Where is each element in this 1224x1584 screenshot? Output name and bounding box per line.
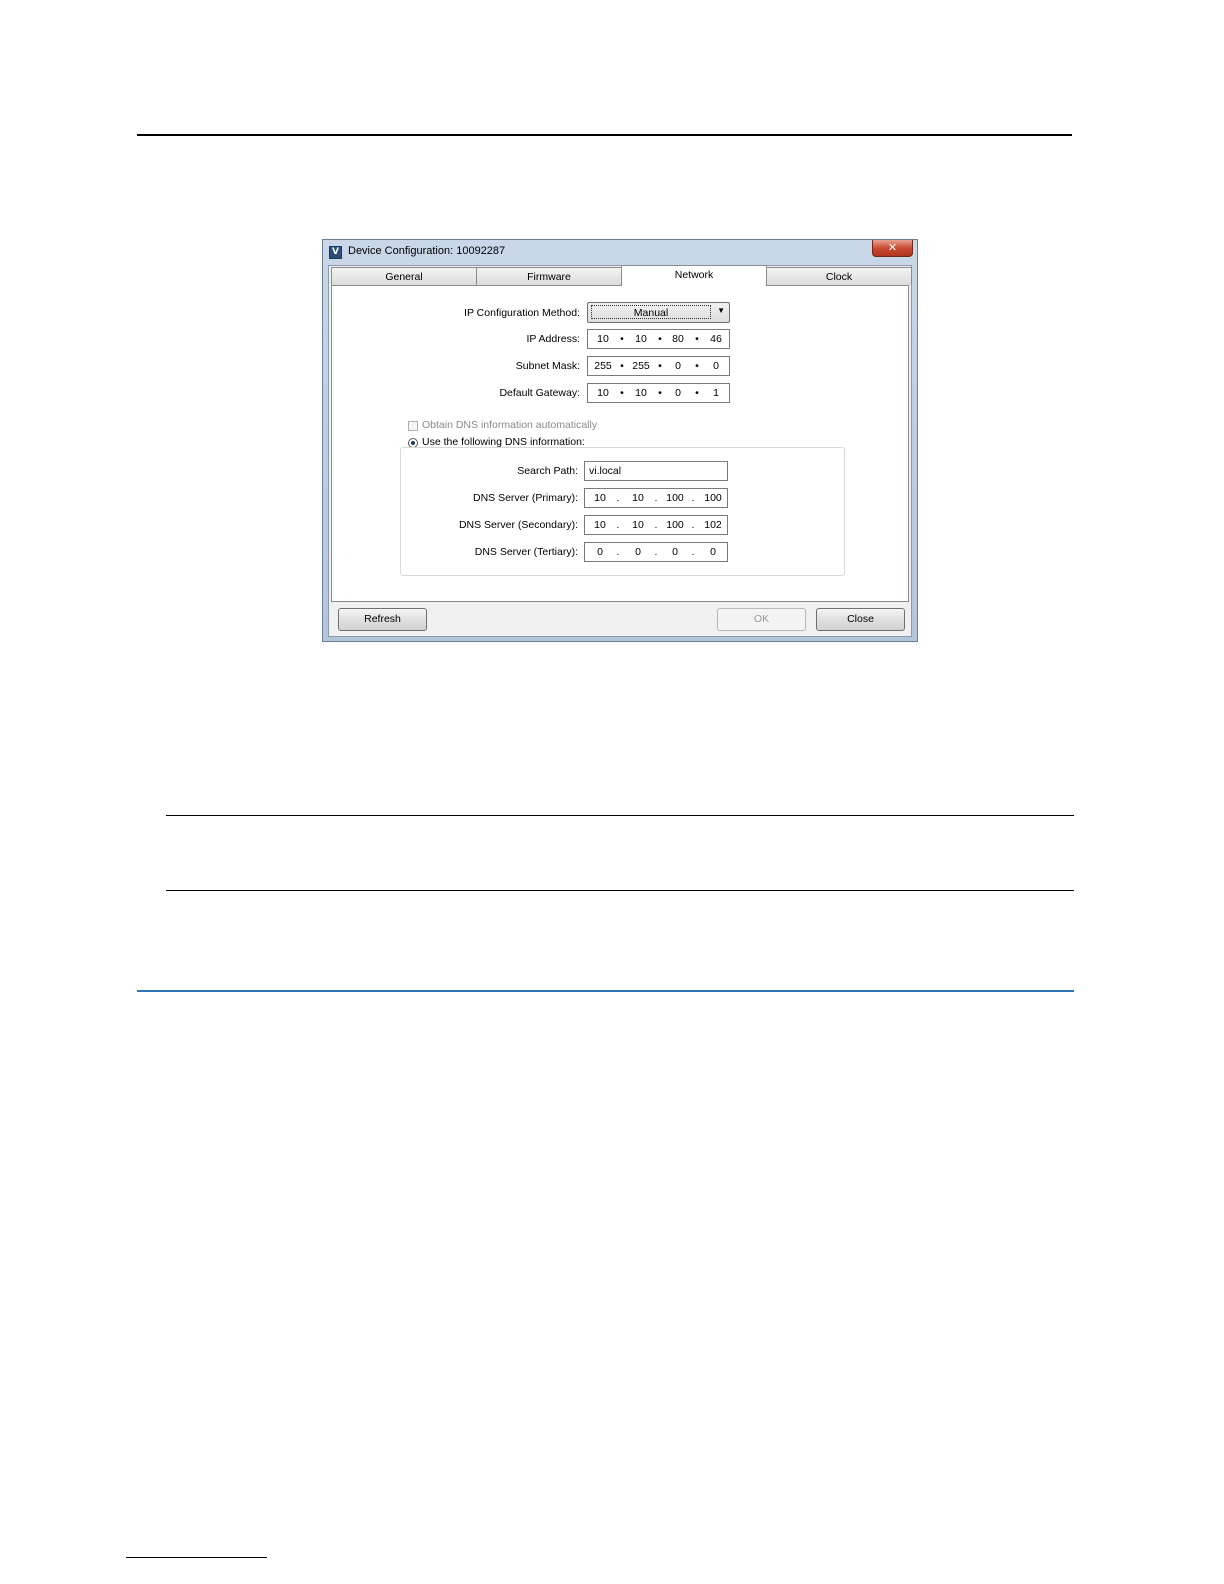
octet-separator: • [658, 360, 662, 372]
octet-separator: . [616, 546, 620, 558]
dns-tertiary-field[interactable]: 0 . 0 . 0 . 0 [584, 542, 728, 562]
close-button[interactable]: Close [816, 608, 905, 631]
ip-address-octet-4: 46 [710, 333, 722, 345]
ok-button[interactable]: OK [717, 608, 806, 631]
ip-address-label: IP Address: [526, 333, 580, 345]
octet-separator: • [620, 333, 624, 345]
octet-separator: . [616, 492, 620, 504]
dns-primary-label: DNS Server (Primary): [472, 492, 578, 504]
footnote-rule [126, 1557, 267, 1558]
section-rule [166, 815, 1074, 816]
dns-primary-octet-2: 10 [632, 492, 644, 504]
dns-secondary-label: DNS Server (Secondary): [458, 519, 578, 531]
window-close-button[interactable]: ✕ [872, 240, 913, 257]
dns-secondary-octet-3: 100 [666, 519, 684, 531]
octet-separator: . [616, 519, 620, 531]
ip-address-octet-3: 80 [672, 333, 684, 345]
default-gateway-label: Default Gateway: [499, 387, 580, 399]
tab-network[interactable]: Network [621, 265, 767, 286]
dns-primary-octet-1: 10 [594, 492, 606, 504]
octet-separator: . [691, 546, 695, 558]
octet-separator: • [695, 333, 699, 345]
dns-primary-field[interactable]: 10 . 10 . 100 . 100 [584, 488, 728, 508]
octet-separator: . [654, 492, 658, 504]
gateway-octet-1: 10 [597, 387, 609, 399]
octet-separator: • [620, 387, 624, 399]
octet-separator: • [658, 387, 662, 399]
refresh-button[interactable]: Refresh [338, 608, 427, 631]
tab-firmware[interactable]: Firmware [476, 267, 622, 285]
dns-tertiary-octet-3: 0 [672, 546, 678, 558]
dns-settings-group: Search Path: vi.local DNS Server (Primar… [400, 447, 845, 576]
subnet-mask-field[interactable]: 255 • 255 • 0 • 0 [587, 356, 730, 376]
octet-separator: • [695, 360, 699, 372]
top-rule [137, 134, 1072, 136]
dns-tertiary-octet-1: 0 [597, 546, 603, 558]
subnet-octet-1: 255 [594, 360, 612, 372]
ip-address-octet-1: 10 [597, 333, 609, 345]
search-path-label: Search Path: [517, 465, 578, 477]
octet-separator: • [658, 333, 662, 345]
octet-separator: . [654, 546, 658, 558]
gateway-octet-4: 1 [713, 387, 719, 399]
window-title: Device Configuration: 10092287 [348, 245, 506, 257]
dns-auto-checkbox[interactable] [408, 421, 418, 431]
dns-tertiary-label: DNS Server (Tertiary): [474, 546, 578, 558]
dns-secondary-octet-4: 102 [704, 519, 722, 531]
tab-clock[interactable]: Clock [766, 267, 912, 285]
app-icon: V [329, 246, 342, 259]
octet-separator: • [620, 360, 624, 372]
octet-separator: . [691, 492, 695, 504]
blue-rule [137, 990, 1074, 992]
ip-method-value: Manual [591, 305, 711, 319]
window-client: General Firmware Network Clock IP Config… [328, 265, 912, 637]
octet-separator: . [691, 519, 695, 531]
dns-secondary-field[interactable]: 10 . 10 . 100 . 102 [584, 515, 728, 535]
dns-auto-label: Obtain DNS information automatically [422, 419, 598, 431]
title-bar[interactable]: V Device Configuration: 10092287 ✕ [323, 240, 917, 264]
subnet-mask-label: Subnet Mask: [515, 360, 580, 372]
chevron-down-icon: ▼ [717, 306, 725, 315]
dns-primary-octet-4: 100 [704, 492, 722, 504]
subnet-octet-2: 255 [632, 360, 650, 372]
subnet-octet-4: 0 [713, 360, 719, 372]
gateway-octet-2: 10 [635, 387, 647, 399]
device-config-window: V Device Configuration: 10092287 ✕ Gener… [322, 239, 918, 642]
ip-address-octet-2: 10 [635, 333, 647, 345]
gateway-octet-3: 0 [675, 387, 681, 399]
ip-method-label: IP Configuration Method: [464, 307, 580, 319]
tab-strip: General Firmware Network Clock [331, 265, 912, 286]
dns-primary-octet-3: 100 [666, 492, 684, 504]
dns-secondary-octet-1: 10 [594, 519, 606, 531]
search-path-input[interactable]: vi.local [584, 461, 728, 481]
default-gateway-field[interactable]: 10 • 10 • 0 • 1 [587, 383, 730, 403]
ip-address-field[interactable]: 10 • 10 • 80 • 46 [587, 329, 730, 349]
dns-secondary-octet-2: 10 [632, 519, 644, 531]
octet-separator: . [654, 519, 658, 531]
network-panel: IP Configuration Method: Manual ▼ IP Add… [331, 285, 909, 602]
subnet-octet-3: 0 [675, 360, 681, 372]
section-rule [166, 890, 1074, 891]
dns-tertiary-octet-2: 0 [635, 546, 641, 558]
octet-separator: • [695, 387, 699, 399]
dns-tertiary-octet-4: 0 [710, 546, 716, 558]
tab-general[interactable]: General [331, 267, 477, 285]
ip-method-select[interactable]: Manual ▼ [587, 302, 730, 323]
